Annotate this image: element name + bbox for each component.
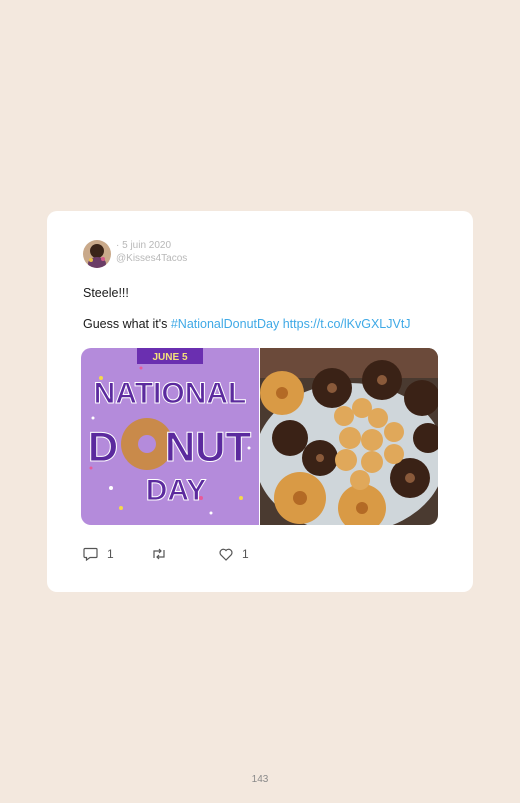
reply-count: 1 (107, 547, 114, 561)
heart-icon[interactable] (219, 548, 233, 561)
reply-icon[interactable] (83, 547, 98, 561)
tweet-handle[interactable]: @Kisses4Tacos (116, 252, 187, 265)
retweet-action[interactable] (151, 547, 167, 561)
title-line2-nut: NUT (165, 423, 252, 470)
title-line2-d: D (88, 423, 118, 470)
title-line3: DAY (146, 474, 207, 507)
banner-text: JUNE 5 (152, 352, 187, 363)
tweet-card: · 5 juin 2020 @Kisses4Tacos Steele!!! Gu… (47, 211, 473, 592)
tweet-meta: · 5 juin 2020 @Kisses4Tacos (116, 239, 187, 265)
donuts-photo[interactable] (255, 348, 438, 525)
retweet-icon[interactable] (151, 547, 167, 561)
tweet-media[interactable]: JUNE 5 NATIONAL D NUT DAY (81, 348, 438, 525)
national-donut-day-image[interactable]: JUNE 5 NATIONAL D NUT DAY (81, 348, 259, 525)
tweet-date[interactable]: · 5 juin 2020 (116, 239, 187, 252)
hashtag-link[interactable]: #NationalDonutDay (171, 317, 279, 331)
tweet-text-line1: Steele!!! (83, 286, 129, 300)
url-link[interactable]: https://t.co/lKvGXLJVtJ (283, 317, 411, 331)
like-action[interactable]: 1 (219, 547, 249, 561)
title-line1: NATIONAL (94, 377, 247, 410)
tweet-text-prefix: Guess what it's (83, 317, 171, 331)
avatar[interactable] (83, 240, 111, 268)
page-number: 143 (251, 774, 269, 785)
like-count: 1 (242, 547, 249, 561)
tweet-text-line2: Guess what it's #NationalDonutDay https:… (83, 317, 411, 331)
reply-action[interactable]: 1 (83, 547, 114, 561)
